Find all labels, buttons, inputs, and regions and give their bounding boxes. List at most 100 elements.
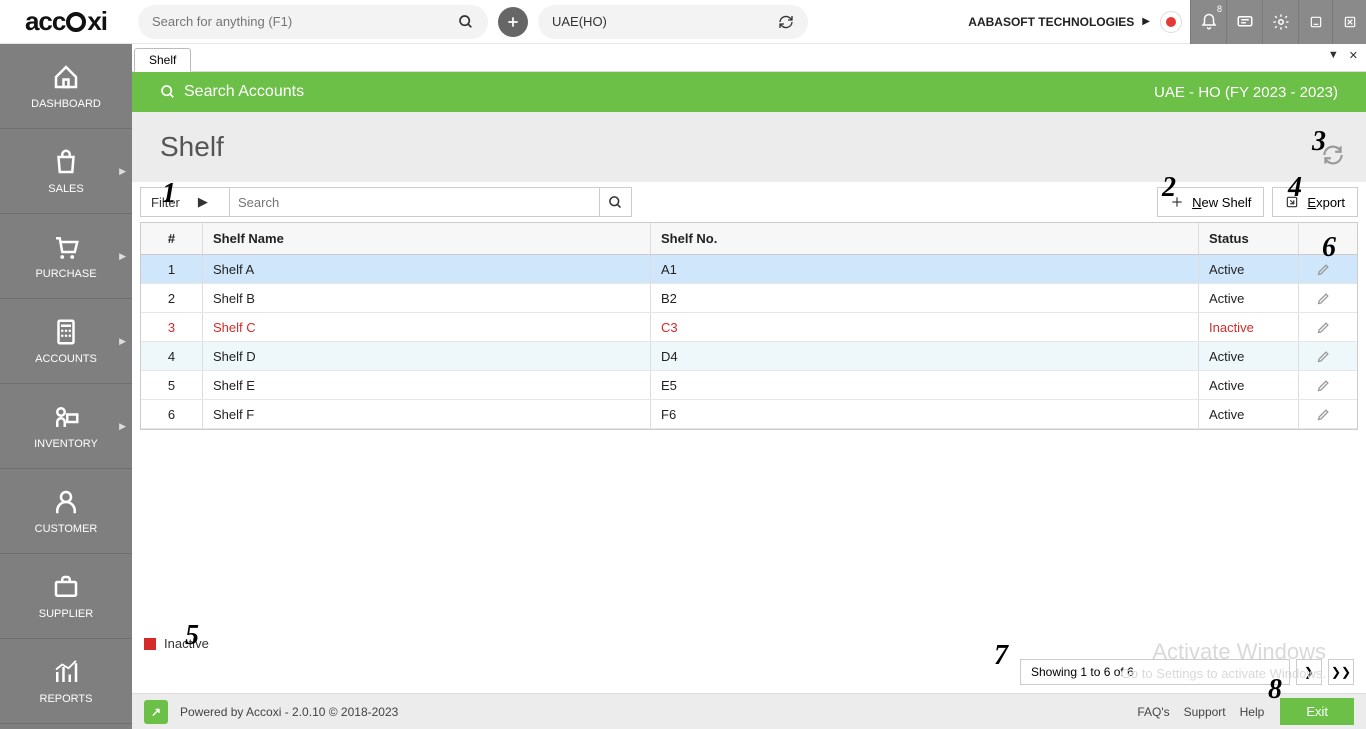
close-icon bbox=[1343, 15, 1357, 29]
sidebar-label: SUPPLIER bbox=[39, 608, 93, 620]
new-shelf-label: New Shelf bbox=[1192, 195, 1251, 210]
table-search[interactable] bbox=[230, 187, 600, 217]
filter-dropdown[interactable]: Filter ▶ bbox=[140, 187, 230, 217]
export-icon bbox=[1285, 195, 1299, 209]
sync-icon bbox=[778, 14, 794, 30]
refresh-icon[interactable] bbox=[1320, 142, 1346, 168]
table-row[interactable]: 1Shelf AA1Active bbox=[141, 255, 1357, 284]
company-name[interactable]: AABASOFT TECHNOLOGIES bbox=[968, 15, 1134, 29]
bell-icon bbox=[1200, 13, 1218, 31]
pencil-icon bbox=[1316, 262, 1331, 277]
table-row[interactable]: 6Shelf FF6Active bbox=[141, 400, 1357, 429]
cell-edit[interactable] bbox=[1299, 255, 1347, 283]
search-icon bbox=[608, 195, 623, 210]
messages-button[interactable] bbox=[1226, 0, 1262, 44]
new-shelf-button[interactable]: New Shelf bbox=[1157, 187, 1264, 217]
tab-menu-icon[interactable]: ▼ bbox=[1328, 49, 1339, 62]
table-row[interactable]: 4Shelf DD4Active bbox=[141, 342, 1357, 371]
sidebar-item-inventory[interactable]: INVENTORY▶ bbox=[0, 384, 132, 469]
export-label: Export bbox=[1307, 195, 1345, 210]
sidebar-item-dashboard[interactable]: DASHBOARD bbox=[0, 44, 132, 129]
logo-part: xi bbox=[87, 6, 107, 37]
chevron-right-icon: ▶ bbox=[119, 251, 126, 262]
col-header-edit bbox=[1299, 223, 1347, 254]
table-row[interactable]: 5Shelf EE5Active bbox=[141, 371, 1357, 400]
cell-name: Shelf E bbox=[203, 371, 651, 399]
page-title: Shelf bbox=[160, 131, 224, 163]
exit-button[interactable]: Exit bbox=[1280, 698, 1354, 725]
tabbar: Shelf ▼ ✕ bbox=[132, 44, 1366, 72]
pager-info: Showing 1 to 6 of 6 bbox=[1020, 659, 1290, 685]
add-button[interactable] bbox=[498, 7, 528, 37]
cell-status: Active bbox=[1199, 284, 1299, 312]
table-row[interactable]: 2Shelf BB2Active bbox=[141, 284, 1357, 313]
footer-powered: Powered by Accoxi - 2.0.10 © 2018-2023 bbox=[180, 705, 398, 719]
cell-edit[interactable] bbox=[1299, 342, 1347, 370]
legend: Inactive bbox=[132, 632, 1366, 655]
footer-faq-link[interactable]: FAQ's bbox=[1137, 705, 1169, 719]
sidebar: DASHBOARDSALES▶PURCHASE▶ACCOUNTS▶INVENTO… bbox=[0, 44, 132, 729]
settings-button[interactable] bbox=[1262, 0, 1298, 44]
notifications-button[interactable]: 8 bbox=[1190, 0, 1226, 44]
minimize-icon bbox=[1309, 15, 1323, 29]
table-search-button[interactable] bbox=[600, 187, 632, 217]
cell-status: Active bbox=[1199, 342, 1299, 370]
context-label: UAE - HO (FY 2023 - 2023) bbox=[1154, 84, 1338, 101]
shelf-table: # Shelf Name Shelf No. Status 1Shelf AA1… bbox=[140, 222, 1358, 430]
cell-edit[interactable] bbox=[1299, 313, 1347, 341]
location-label: UAE(HO) bbox=[552, 14, 778, 29]
user-icon bbox=[51, 487, 81, 517]
filter-row: Filter ▶ New Shelf Export bbox=[132, 182, 1366, 222]
sidebar-label: INVENTORY bbox=[34, 438, 98, 450]
search-accounts-link[interactable]: Search Accounts bbox=[184, 83, 304, 101]
pager: Showing 1 to 6 of 6 ❯ ❯❯ bbox=[132, 655, 1366, 693]
cell-edit[interactable] bbox=[1299, 371, 1347, 399]
table-search-input[interactable] bbox=[238, 195, 591, 210]
close-button[interactable] bbox=[1332, 0, 1366, 44]
search-icon bbox=[458, 14, 474, 30]
cell-no: E5 bbox=[651, 371, 1199, 399]
pager-last[interactable]: ❯❯ bbox=[1328, 659, 1354, 685]
sidebar-item-supplier[interactable]: SUPPLIER bbox=[0, 554, 132, 639]
sidebar-label: DASHBOARD bbox=[31, 98, 101, 110]
pencil-icon bbox=[1316, 407, 1331, 422]
minimize-button[interactable] bbox=[1298, 0, 1332, 44]
footer-help-link[interactable]: Help bbox=[1240, 705, 1265, 719]
footer-logo-icon: ↗ bbox=[144, 700, 168, 724]
chevron-right-icon: ▶ bbox=[119, 336, 126, 347]
pager-next[interactable]: ❯ bbox=[1296, 659, 1322, 685]
cell-n: 2 bbox=[141, 284, 203, 312]
col-header-no[interactable]: Shelf No. bbox=[651, 223, 1199, 254]
sidebar-label: PURCHASE bbox=[35, 268, 96, 280]
system-buttons: 8 bbox=[1190, 0, 1366, 44]
footer-support-link[interactable]: Support bbox=[1184, 705, 1226, 719]
export-button[interactable]: Export bbox=[1272, 187, 1358, 217]
sidebar-item-accounts[interactable]: ACCOUNTS▶ bbox=[0, 299, 132, 384]
cell-name: Shelf D bbox=[203, 342, 651, 370]
footer: ↗ Powered by Accoxi - 2.0.10 © 2018-2023… bbox=[132, 693, 1366, 729]
tab-close-icon[interactable]: ✕ bbox=[1349, 49, 1358, 62]
sidebar-item-customer[interactable]: CUSTOMER bbox=[0, 469, 132, 554]
cell-no: F6 bbox=[651, 400, 1199, 428]
context-bar: Search Accounts UAE - HO (FY 2023 - 2023… bbox=[132, 72, 1366, 112]
location-selector[interactable]: UAE(HO) bbox=[538, 5, 808, 39]
global-search[interactable] bbox=[138, 5, 488, 39]
chevron-right-icon: ▶ bbox=[119, 166, 126, 177]
home-icon bbox=[51, 62, 81, 92]
sidebar-item-reports[interactable]: REPORTS bbox=[0, 639, 132, 724]
cell-no: B2 bbox=[651, 284, 1199, 312]
cell-edit[interactable] bbox=[1299, 284, 1347, 312]
search-icon bbox=[160, 84, 176, 100]
tab-shelf[interactable]: Shelf bbox=[134, 48, 191, 72]
plus-icon bbox=[1170, 195, 1184, 209]
table-row[interactable]: 3Shelf CC3Inactive bbox=[141, 313, 1357, 342]
global-search-input[interactable] bbox=[152, 14, 458, 29]
sidebar-item-sales[interactable]: SALES▶ bbox=[0, 129, 132, 214]
brand-dot-icon[interactable] bbox=[1160, 11, 1182, 33]
sidebar-item-purchase[interactable]: PURCHASE ▶ bbox=[0, 214, 132, 299]
col-header-name[interactable]: Shelf Name bbox=[203, 223, 651, 254]
col-header-status[interactable]: Status bbox=[1199, 223, 1299, 254]
cell-edit[interactable] bbox=[1299, 400, 1347, 428]
col-header-n[interactable]: # bbox=[141, 223, 203, 254]
cell-name: Shelf A bbox=[203, 255, 651, 283]
